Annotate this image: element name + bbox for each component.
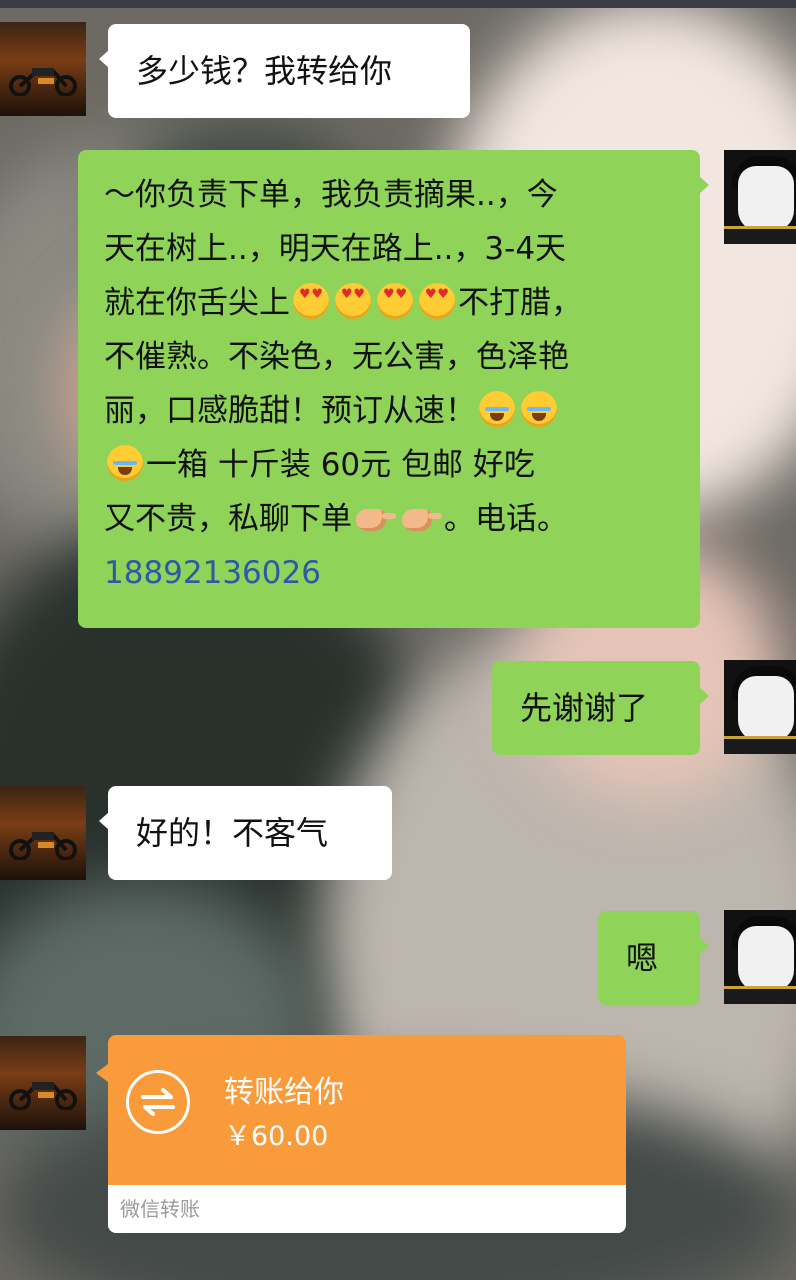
message-line: 天在树上..，明天在路上..，3-4天 <box>104 231 567 267</box>
message-text: 多少钱？我转给你 <box>136 52 393 90</box>
heart-eyes-emoji-icon <box>335 283 371 319</box>
transfer-amount: ￥60.00 <box>224 1121 329 1152</box>
message-line: ～你负责下单，我负责摘果..，今 <box>104 177 558 213</box>
sent-message-bubble[interactable]: ～你负责下单，我负责摘果..，今 天在树上..，明天在路上..，3-4天 就在你… <box>78 150 709 628</box>
message-text: 好的！不客气 <box>136 814 329 852</box>
message-text: 先谢谢了 <box>520 689 649 727</box>
transfer-title: 转账给你 <box>224 1075 344 1110</box>
laughing-tears-emoji-icon <box>521 391 557 427</box>
transfer-arrows-icon <box>126 1070 190 1134</box>
motorcycle-avatar-icon <box>9 1082 77 1110</box>
message-line: 不催熟。不染色，无公害，色泽艳 <box>104 339 569 375</box>
received-message-bubble[interactable]: 好的！不客气 <box>99 786 392 880</box>
message-line: 又不贵，私聊下单 。电话。 <box>104 501 568 537</box>
motorcycle-avatar-icon <box>9 832 77 860</box>
wechat-transfer-card[interactable]: 转账给你 ￥60.00 微信转账 <box>108 1035 626 1233</box>
transfer-footer-label: 微信转账 <box>120 1197 200 1221</box>
contact-avatar[interactable] <box>0 22 86 116</box>
motorcycle-avatar-icon <box>9 68 77 96</box>
my-avatar[interactable] <box>724 660 796 754</box>
transfer-card-tail <box>96 1064 108 1082</box>
message-line: 一箱 十斤装 60元 包邮 好吃 <box>104 438 582 492</box>
my-avatar[interactable] <box>724 910 796 1004</box>
message-line: 丽，口感脆甜！预订从速！ <box>104 384 582 438</box>
contact-avatar[interactable] <box>0 1036 86 1130</box>
sent-message-bubble[interactable]: 嗯 <box>598 911 709 1005</box>
phone-number-link[interactable]: 18892136026 <box>104 546 582 600</box>
message-text: 嗯 <box>626 939 659 977</box>
laughing-tears-emoji-icon <box>479 391 515 427</box>
contact-avatar[interactable] <box>0 786 86 880</box>
received-message-bubble[interactable]: 多少钱？我转给你 <box>99 24 470 118</box>
message-text: ～你负责下单，我负责摘果..，今 天在树上..，明天在路上..，3-4天 就在你… <box>104 168 582 600</box>
heart-eyes-emoji-icon <box>377 283 413 319</box>
heart-eyes-emoji-icon <box>293 283 329 319</box>
heart-eyes-emoji-icon <box>419 283 455 319</box>
laughing-tears-emoji-icon <box>107 445 143 481</box>
pointing-hand-emoji-icon <box>354 503 396 533</box>
message-line: 就在你舌尖上不打腊， <box>104 276 582 330</box>
transfer-card-footer: 微信转账 <box>108 1185 626 1233</box>
sent-message-bubble[interactable]: 先谢谢了 <box>492 661 709 755</box>
my-avatar[interactable] <box>724 150 796 244</box>
transfer-card-body[interactable]: 转账给你 ￥60.00 <box>108 1035 626 1185</box>
pointing-hand-emoji-icon <box>400 503 442 533</box>
top-edge-bar <box>0 0 796 8</box>
